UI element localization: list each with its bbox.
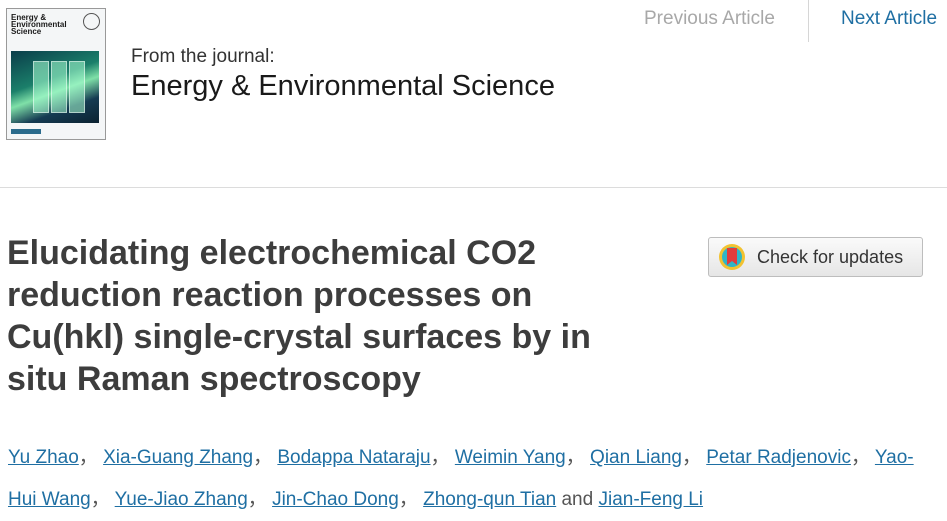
journal-name-link[interactable]: Energy & Environmental Science (131, 70, 555, 103)
author-link[interactable]: Weimin Yang (455, 447, 566, 468)
cover-art-panel (51, 61, 67, 113)
author-separator: ， (398, 489, 418, 510)
author-separator: ， (90, 489, 110, 510)
cover-title: Energy & Environmental Science (11, 14, 67, 36)
author-link[interactable]: Yue-Jiao Zhang (115, 489, 248, 510)
cover-artwork (11, 51, 99, 123)
author-separator: ， (253, 447, 273, 468)
author-separator: ， (850, 447, 870, 468)
author-list: Yu Zhao， Xia-Guang Zhang， Bodappa Natara… (8, 437, 938, 521)
author-link[interactable]: Jian-Feng Li (598, 489, 703, 510)
cover-art-panel (33, 61, 49, 113)
from-journal-label: From the journal: (131, 46, 275, 67)
author-link[interactable]: Xia-Guang Zhang (103, 447, 253, 468)
cover-title-line: Science (11, 27, 42, 36)
author-link[interactable]: Zhong-qun Tian (423, 489, 556, 510)
author-separator: ， (78, 447, 98, 468)
author-link[interactable]: Jin-Chao Dong (272, 489, 399, 510)
cover-art-panel (69, 61, 85, 113)
cover-publisher-logo (11, 129, 41, 134)
author-separator: ， (430, 447, 450, 468)
check-updates-label: Check for updates (757, 246, 904, 267)
nav-divider (808, 0, 809, 42)
author-link[interactable]: Qian Liang (590, 447, 682, 468)
journal-cover-image[interactable]: Energy & Environmental Science (6, 8, 106, 140)
author-link[interactable]: Bodappa Nataraju (277, 447, 430, 468)
check-for-updates-button[interactable]: Check for updates (708, 237, 923, 277)
author-link[interactable]: Petar Radjenovic (706, 447, 851, 468)
author-and: and (561, 489, 594, 510)
author-link[interactable]: Yu Zhao (8, 447, 79, 468)
cover-badge-icon (83, 13, 100, 30)
author-separator: ， (247, 489, 267, 510)
header-divider (0, 187, 947, 188)
author-separator: ， (565, 447, 585, 468)
author-separator: ， (681, 447, 701, 468)
next-article-link[interactable]: Next Article (841, 8, 937, 30)
check-updates-icon (719, 244, 745, 270)
previous-article-link: Previous Article (644, 8, 775, 29)
article-title: Elucidating electrochemical CO2 reductio… (7, 234, 591, 398)
